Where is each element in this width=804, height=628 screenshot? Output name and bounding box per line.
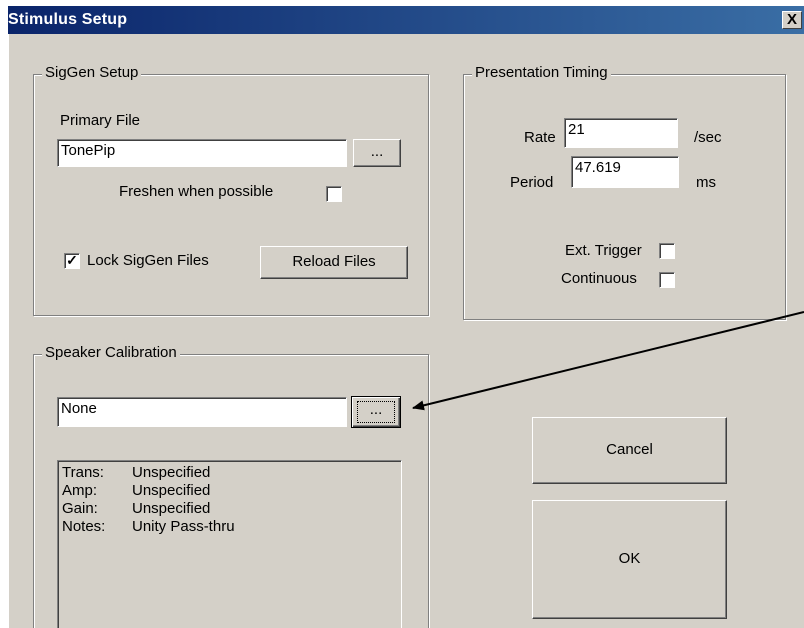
- annotation-arrow-line: [412, 311, 804, 411]
- annotation-arrow: [412, 311, 804, 411]
